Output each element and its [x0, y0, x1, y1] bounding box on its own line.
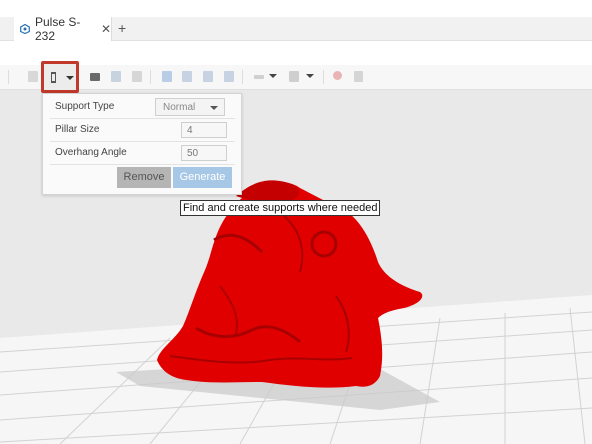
- pillar-size-row: Pillar Size 4: [50, 119, 235, 142]
- toolbar-separator: [242, 70, 243, 84]
- copy-icon[interactable]: [162, 71, 172, 82]
- move-icon[interactable]: [354, 71, 363, 82]
- overhang-angle-label: Overhang Angle: [55, 147, 127, 158]
- support-type-label: Support Type: [55, 101, 115, 112]
- toolbar-separator: [8, 70, 9, 84]
- delete-icon[interactable]: [224, 71, 234, 82]
- list-icon[interactable]: [28, 71, 38, 82]
- support-type-select[interactable]: Normal: [155, 98, 225, 116]
- pillar-size-label: Pillar Size: [55, 124, 100, 135]
- support-type-value: Normal: [163, 102, 196, 113]
- toolbar-separator: [323, 70, 324, 84]
- path-icon[interactable]: [254, 75, 264, 79]
- color-icon[interactable]: [333, 71, 342, 80]
- overhang-angle-row: Overhang Angle 50: [50, 142, 235, 165]
- tab-bar: Pulse S-232 ✕ +: [0, 15, 592, 43]
- support-panel: Support Type Normal Pillar Size 4 Overha…: [42, 93, 242, 195]
- align-icon[interactable]: [132, 71, 142, 82]
- caret-down-icon: [66, 76, 74, 80]
- overhang-angle-input[interactable]: 50: [181, 145, 227, 161]
- generate-button[interactable]: Generate: [173, 167, 232, 188]
- generate-tooltip: Find and create supports where needed: [180, 200, 381, 216]
- layer-icon[interactable]: [182, 71, 192, 82]
- grid-icon[interactable]: [90, 73, 100, 81]
- pillar-size-input[interactable]: 4: [181, 122, 227, 138]
- remove-button[interactable]: Remove: [117, 167, 171, 188]
- support-icon: [51, 72, 56, 83]
- tab-close-icon[interactable]: ✕: [101, 23, 111, 35]
- toolbar: [0, 65, 592, 90]
- tab-title: Pulse S-232: [35, 15, 81, 43]
- address-bar: [0, 41, 592, 66]
- stack-icon[interactable]: [111, 71, 121, 82]
- caret-down-icon[interactable]: [306, 74, 314, 78]
- cut-icon[interactable]: [203, 71, 213, 82]
- new-tab-button[interactable]: +: [118, 20, 126, 36]
- chevron-down-icon: [210, 106, 218, 110]
- caret-down-icon[interactable]: [269, 74, 277, 78]
- light-icon[interactable]: [289, 71, 299, 82]
- support-type-row: Support Type Normal: [50, 96, 235, 119]
- support-tool-button[interactable]: [41, 61, 79, 93]
- printer-icon: [20, 24, 30, 34]
- tab-pulse[interactable]: Pulse S-232 ✕: [14, 15, 112, 43]
- toolbar-separator: [150, 70, 151, 84]
